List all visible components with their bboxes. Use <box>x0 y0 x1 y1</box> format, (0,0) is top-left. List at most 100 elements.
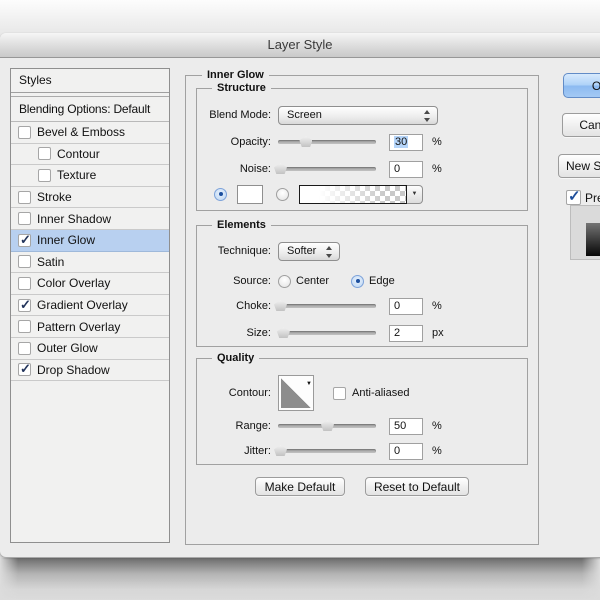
contour-label: Contour: <box>228 387 271 399</box>
noise-input[interactable]: 0 <box>389 160 423 178</box>
technique-popup[interactable]: Softer <box>278 241 340 261</box>
sidebar-style-item[interactable]: Contour <box>11 144 169 166</box>
size-label: Size: <box>246 327 271 339</box>
slider-track[interactable] <box>278 167 376 171</box>
reset-to-default-button[interactable]: Reset to Default <box>365 477 469 496</box>
style-label: Outer Glow <box>37 341 98 356</box>
popup-arrows-icon <box>424 109 431 122</box>
antialiased-label[interactable]: Anti-aliased <box>352 387 409 399</box>
sidebar-style-item[interactable]: Color Overlay <box>11 273 169 295</box>
elements-title: Elements <box>212 218 271 232</box>
style-checkbox[interactable] <box>18 341 31 355</box>
style-label: Texture <box>57 168 97 183</box>
cancel-button[interactable]: Cancel <box>562 113 600 137</box>
style-label: Gradient Overlay <box>37 298 128 313</box>
style-checkbox[interactable] <box>18 125 31 139</box>
slider-track[interactable] <box>278 304 376 308</box>
sidebar-style-item[interactable]: Pattern Overlay <box>11 316 169 338</box>
source-edge-radio[interactable] <box>351 274 365 288</box>
preview-option: ✓ Preview <box>566 189 600 205</box>
antialiased-checkbox[interactable] <box>333 386 346 400</box>
make-default-button[interactable]: Make Default <box>255 477 345 496</box>
style-checkbox[interactable]: ✓ <box>18 233 31 247</box>
sidebar-style-item[interactable]: ✓ Inner Glow <box>11 229 169 252</box>
blend-mode-popup[interactable]: Screen <box>278 105 438 125</box>
style-checkbox[interactable]: ✓ <box>18 362 31 377</box>
style-label: Color Overlay <box>37 276 111 291</box>
style-checkbox[interactable] <box>18 255 31 269</box>
noise-slider[interactable] <box>273 162 376 176</box>
choke-unit: % <box>432 300 442 312</box>
slider-thumb[interactable] <box>299 136 313 147</box>
preview-label: Preview <box>585 190 600 205</box>
source-center-label[interactable]: Center <box>296 275 329 287</box>
preview-thumbnail-image <box>586 223 600 256</box>
gradient-radio[interactable] <box>276 187 289 201</box>
styles-sidebar: Styles Blending Options: Default Bevel &… <box>10 68 170 543</box>
style-checkbox[interactable] <box>18 212 31 226</box>
size-input[interactable]: 2 <box>389 324 423 342</box>
technique-label: Technique: <box>217 245 271 257</box>
slider-track[interactable] <box>278 449 376 453</box>
style-checkbox[interactable] <box>38 168 51 182</box>
new-style-button[interactable]: New Style... <box>558 154 600 178</box>
gradient-picker-arrow[interactable]: ▼ <box>407 184 423 204</box>
preview-checkbox[interactable]: ✓ <box>566 189 581 205</box>
slider-thumb[interactable] <box>276 327 290 338</box>
style-label: Pattern Overlay <box>37 319 121 334</box>
jitter-unit: % <box>432 445 442 457</box>
contour-arrow-icon: ▼ <box>306 381 312 387</box>
size-slider[interactable] <box>276 326 376 340</box>
sidebar-item-blending-options[interactable]: Blending Options: Default <box>11 97 169 122</box>
style-label: Satin <box>37 254 65 269</box>
style-checkbox[interactable]: ✓ <box>18 298 31 312</box>
glow-gradient-swatch[interactable] <box>299 184 407 204</box>
jitter-slider[interactable] <box>273 444 376 458</box>
choke-label: Choke: <box>236 300 271 312</box>
ok-button[interactable]: OK <box>563 73 600 98</box>
noise-unit: % <box>432 163 442 175</box>
range-input[interactable]: 50 <box>389 417 423 435</box>
slider-thumb[interactable] <box>321 420 334 431</box>
style-checkbox[interactable] <box>18 276 31 290</box>
sidebar-style-item[interactable]: Satin <box>11 252 169 274</box>
slider-track[interactable] <box>278 331 376 335</box>
sidebar-style-item[interactable]: ✓ Gradient Overlay <box>11 295 169 317</box>
source-label: Source: <box>233 275 271 287</box>
source-center-radio[interactable] <box>278 274 291 288</box>
style-label: Drop Shadow <box>37 362 110 377</box>
opacity-value: 30 <box>394 135 409 148</box>
sidebar-style-item[interactable]: Bevel & Emboss <box>11 122 169 144</box>
opacity-input[interactable]: 30 <box>389 133 423 151</box>
dialog-shadow <box>0 558 600 600</box>
sidebar-style-item[interactable]: Stroke <box>11 187 169 209</box>
slider-track[interactable] <box>278 140 376 144</box>
range-slider[interactable] <box>278 419 376 433</box>
popup-arrows-icon <box>326 245 333 258</box>
choke-slider[interactable] <box>273 299 376 313</box>
style-label: Inner Glow <box>37 233 96 248</box>
style-checkbox[interactable] <box>18 320 31 334</box>
contour-picker[interactable]: ▼ <box>278 375 314 411</box>
structure-group: Structure Blend Mode: Screen Opacity: 30… <box>196 81 528 211</box>
sidebar-style-item[interactable]: Inner Shadow <box>11 208 169 230</box>
sidebar-style-item[interactable]: Outer Glow <box>11 338 169 360</box>
color-radio[interactable] <box>214 187 227 201</box>
sidebar-style-list: Bevel & Emboss Contour Texture Stroke In… <box>11 122 169 382</box>
opacity-slider[interactable] <box>278 135 376 149</box>
choke-input[interactable]: 0 <box>389 297 423 315</box>
style-label: Bevel & Emboss <box>37 125 126 140</box>
elements-group: Elements Technique: Softer Source: Cente… <box>196 218 528 347</box>
sidebar-style-item[interactable]: Texture <box>11 165 169 187</box>
glow-color-swatch[interactable] <box>237 184 263 204</box>
dialog-title: Layer Style <box>267 37 333 52</box>
style-checkbox[interactable] <box>38 147 51 161</box>
jitter-input[interactable]: 0 <box>389 442 423 460</box>
sidebar-style-item[interactable]: ✓ Drop Shadow <box>11 360 169 382</box>
source-edge-label[interactable]: Edge <box>369 275 395 287</box>
jitter-label: Jitter: <box>244 445 271 457</box>
range-unit: % <box>432 420 442 432</box>
sidebar-item-styles[interactable]: Styles <box>11 69 169 93</box>
dialog-titlebar[interactable]: Layer Style <box>0 33 600 58</box>
style-checkbox[interactable] <box>18 190 31 204</box>
